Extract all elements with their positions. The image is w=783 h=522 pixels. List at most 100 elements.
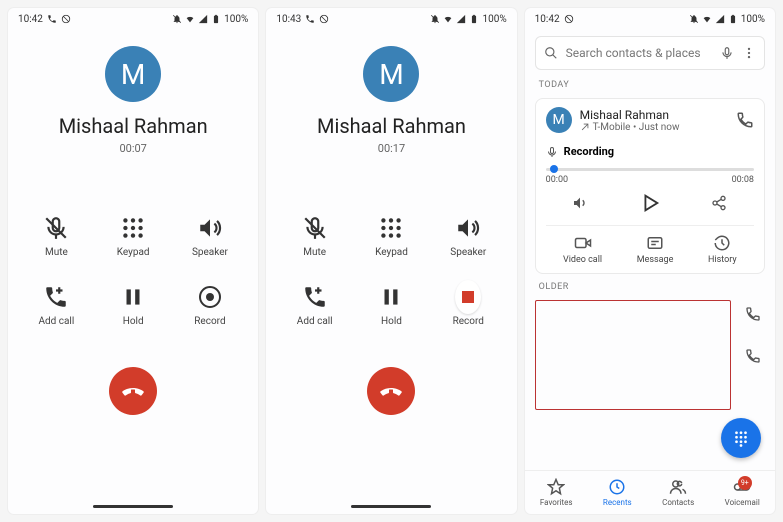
today-header: TODAY xyxy=(525,76,775,94)
battery-icon xyxy=(469,14,479,24)
contacts-icon xyxy=(669,478,687,496)
call-entry-card: M Mishaal Rahman T-Mobile • Just now Rec… xyxy=(535,98,765,274)
call-entry-header[interactable]: M Mishaal Rahman T-Mobile • Just now xyxy=(546,107,754,133)
phone-call-screen-1: 10:42 100% M Mishaal Rahman 00:07 Mute K… xyxy=(8,8,258,514)
clock-icon xyxy=(608,478,626,496)
hold-icon xyxy=(378,284,404,310)
speaker-icon xyxy=(197,215,223,241)
nav-contacts-label: Contacts xyxy=(662,498,694,507)
call-duration: 00:07 xyxy=(119,142,146,155)
search-bar[interactable]: Search contacts & places xyxy=(535,36,765,70)
nav-recents-label: Recents xyxy=(603,498,632,507)
video-icon xyxy=(574,234,592,252)
dialpad-icon xyxy=(732,429,750,447)
call-button[interactable] xyxy=(736,111,754,129)
more-icon[interactable] xyxy=(742,46,756,60)
hangup-icon xyxy=(121,379,145,403)
add-call-button[interactable]: Add call xyxy=(18,284,95,327)
time-start: 00:00 xyxy=(546,175,568,185)
keypad-label: Keypad xyxy=(375,247,408,258)
signal-icon xyxy=(715,14,725,24)
phone-call-screen-2: 10:43 100% M Mishaal Rahman 00:17 Mute K… xyxy=(266,8,516,514)
speaker-label: Speaker xyxy=(450,247,486,258)
hold-icon xyxy=(120,284,146,310)
nav-recents[interactable]: Recents xyxy=(603,478,632,507)
caller-name: Mishaal Rahman xyxy=(59,114,208,138)
speaker-button[interactable]: Speaker xyxy=(430,215,507,258)
speaker-button[interactable]: Speaker xyxy=(172,215,249,258)
status-bar: 10:42 100% xyxy=(8,8,258,30)
time-end: 00:08 xyxy=(732,175,754,185)
message-action[interactable]: Message xyxy=(637,234,674,265)
history-action[interactable]: History xyxy=(708,234,737,265)
history-icon xyxy=(713,234,731,252)
call-button[interactable] xyxy=(745,306,761,322)
add-call-label: Add call xyxy=(38,316,74,327)
no-disturb-icon xyxy=(564,14,574,24)
mute-icon xyxy=(302,215,328,241)
recording-label: Recording xyxy=(564,145,614,158)
nav-gesture-bar[interactable] xyxy=(93,505,173,508)
status-time: 10:42 xyxy=(18,14,43,25)
nav-voicemail[interactable]: 9+ Voicemail xyxy=(725,478,760,507)
call-button[interactable] xyxy=(745,348,761,364)
nav-favorites-label: Favorites xyxy=(540,498,573,507)
mute-button[interactable]: Mute xyxy=(276,215,353,258)
search-placeholder: Search contacts & places xyxy=(566,46,712,60)
video-call-action[interactable]: Video call xyxy=(563,234,602,265)
bell-off-icon xyxy=(430,14,440,24)
volume-button[interactable] xyxy=(568,191,592,215)
add-call-icon xyxy=(43,284,69,310)
speaker-icon xyxy=(455,215,481,241)
no-disturb-icon xyxy=(61,14,71,24)
battery-percent: 100% xyxy=(741,14,765,25)
mic-icon[interactable] xyxy=(720,46,734,60)
record-button-active[interactable]: Record xyxy=(430,284,507,327)
bell-off-icon xyxy=(689,14,699,24)
older-header: OLDER xyxy=(525,278,775,296)
video-call-label: Video call xyxy=(563,255,602,265)
hangup-icon xyxy=(379,379,403,403)
caller-avatar: M xyxy=(363,46,419,102)
play-button[interactable] xyxy=(638,191,662,215)
status-time: 10:42 xyxy=(535,14,560,25)
nav-favorites[interactable]: Favorites xyxy=(540,478,573,507)
hold-label: Hold xyxy=(123,316,144,327)
message-label: Message xyxy=(637,255,674,265)
nav-gesture-bar[interactable] xyxy=(351,505,431,508)
keypad-button[interactable]: Keypad xyxy=(353,215,430,258)
playback-slider[interactable] xyxy=(546,168,754,171)
status-time: 10:43 xyxy=(276,14,301,25)
bottom-nav: Favorites Recents Contacts 9+ Voicemail xyxy=(525,470,775,514)
share-button[interactable] xyxy=(707,191,731,215)
hold-button[interactable]: Hold xyxy=(353,284,430,327)
record-icon xyxy=(197,284,223,310)
mute-button[interactable]: Mute xyxy=(18,215,95,258)
nav-contacts[interactable]: Contacts xyxy=(662,478,694,507)
hold-button[interactable]: Hold xyxy=(95,284,172,327)
record-button[interactable]: Record xyxy=(172,284,249,327)
wifi-icon xyxy=(702,14,712,24)
hangup-button[interactable] xyxy=(109,367,157,415)
add-call-button[interactable]: Add call xyxy=(276,284,353,327)
mic-icon xyxy=(546,146,558,158)
battery-icon xyxy=(728,14,738,24)
keypad-button[interactable]: Keypad xyxy=(95,215,172,258)
signal-icon xyxy=(198,14,208,24)
mute-label: Mute xyxy=(303,247,326,258)
caller-name: Mishaal Rahman xyxy=(317,114,466,138)
battery-percent: 100% xyxy=(224,14,248,25)
dialpad-fab[interactable] xyxy=(721,418,761,458)
playback-thumb[interactable] xyxy=(550,165,558,173)
keypad-icon xyxy=(378,215,404,241)
keypad-label: Keypad xyxy=(117,247,150,258)
recording-label-row: Recording xyxy=(546,145,754,158)
hold-label: Hold xyxy=(381,316,402,327)
hangup-button[interactable] xyxy=(367,367,415,415)
wifi-icon xyxy=(443,14,453,24)
status-bar: 10:43 100% xyxy=(266,8,516,30)
bell-off-icon xyxy=(172,14,182,24)
call-duration: 00:17 xyxy=(378,142,405,155)
star-icon xyxy=(547,478,565,496)
entry-subtitle: T-Mobile • Just now xyxy=(580,122,728,133)
